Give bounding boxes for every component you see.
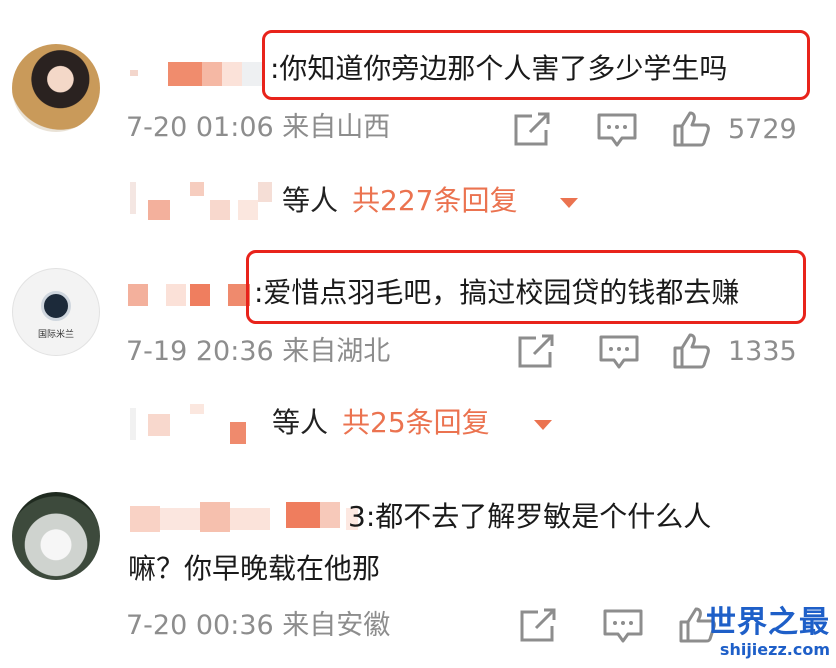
blurred-username[interactable] xyxy=(130,500,368,536)
time: 7-20 00:36 xyxy=(126,610,274,641)
user-avatar[interactable] xyxy=(12,492,100,580)
chevron-down-icon[interactable] xyxy=(534,420,552,430)
chevron-down-icon[interactable] xyxy=(560,198,578,208)
comment-icon[interactable] xyxy=(598,334,640,372)
location: 来自安徽 xyxy=(282,610,391,641)
reply-users-label: 等人 xyxy=(282,184,339,217)
watermark-url: shijiezz.com xyxy=(719,640,830,659)
blurred-username[interactable] xyxy=(128,280,258,310)
comment-icon[interactable] xyxy=(596,112,638,150)
comment-text-line2: 嘛？你早晚载在他那 xyxy=(128,552,381,585)
location: 来自山西 xyxy=(282,112,391,143)
share-icon[interactable] xyxy=(512,112,552,148)
like-count: 5729 xyxy=(728,114,797,145)
blurred-reply-users[interactable] xyxy=(130,404,270,446)
comment-text-line1: 3:都不去了解罗敏是个什么人 xyxy=(348,500,712,533)
avatar-caption: 国际米兰 xyxy=(37,330,74,340)
location: 来自湖北 xyxy=(282,336,391,367)
comment-icon[interactable] xyxy=(602,608,644,646)
time: 7-19 20:36 xyxy=(126,336,274,367)
like-icon[interactable] xyxy=(672,110,710,148)
comment-timestamp: 7-19 20:36 来自湖北 xyxy=(126,336,390,368)
user-avatar[interactable] xyxy=(12,44,100,132)
reply-count-link[interactable]: 共227条回复 xyxy=(352,184,517,217)
reply-summary[interactable]: 等人 共227条回复 xyxy=(282,184,517,218)
share-icon[interactable] xyxy=(516,334,556,370)
comment-text: :你知道你旁边那个人害了多少学生吗 xyxy=(270,52,728,85)
reply-users-label: 等人 xyxy=(272,406,329,439)
comment-timestamp: 7-20 01:06 来自山西 xyxy=(126,112,390,144)
comment-text: :爱惜点羽毛吧，搞过校园贷的钱都去赚 xyxy=(254,276,740,309)
reply-count-link[interactable]: 共25条回复 xyxy=(342,406,490,439)
user-avatar[interactable]: 国际米兰 xyxy=(12,268,100,356)
site-watermark: 世界之最 shijiezz.com xyxy=(706,606,830,660)
watermark-cn: 世界之最 xyxy=(706,605,830,640)
comment-timestamp: 7-20 00:36 来自安徽 xyxy=(126,610,390,642)
like-icon[interactable] xyxy=(672,332,710,370)
blurred-reply-users[interactable] xyxy=(130,178,276,222)
time: 7-20 01:06 xyxy=(126,112,274,143)
club-logo-icon xyxy=(41,291,71,321)
reply-summary[interactable]: 等人 共25条回复 xyxy=(272,406,490,440)
blurred-username[interactable] xyxy=(130,58,266,88)
like-count: 1335 xyxy=(728,336,797,367)
share-icon[interactable] xyxy=(518,608,558,644)
